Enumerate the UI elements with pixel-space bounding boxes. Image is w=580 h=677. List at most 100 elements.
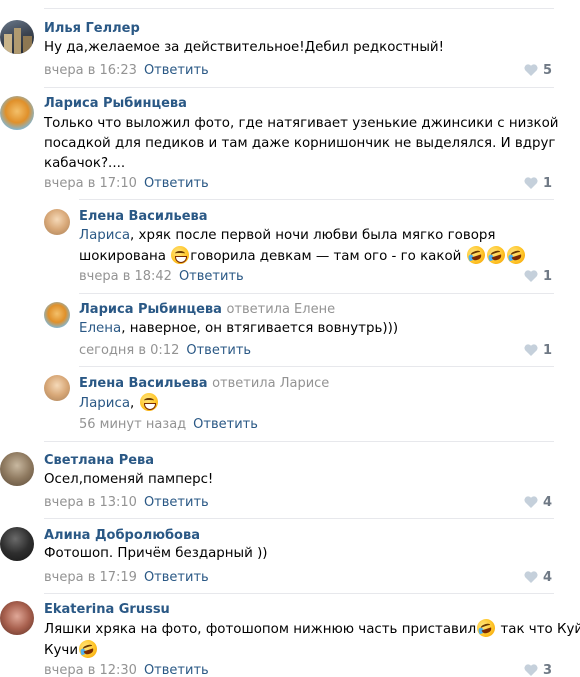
heart-icon: [524, 64, 538, 76]
avatar[interactable]: [0, 96, 34, 130]
comment-time[interactable]: вчера в 17:10: [44, 176, 137, 191]
comment-time[interactable]: вчера в 18:42: [79, 269, 172, 284]
comment-meta: вчера в 17:10 Ответить: [44, 176, 209, 191]
comment-text-part: Кучи: [44, 643, 79, 658]
comment-time[interactable]: вчера в 12:30: [44, 663, 137, 677]
like-button[interactable]: 4: [524, 495, 552, 510]
comment-text: Фотошоп. Причём бездарный )): [44, 546, 268, 561]
like-button[interactable]: 4: [524, 570, 552, 585]
heart-icon: [524, 177, 538, 189]
reply-button[interactable]: Ответить: [186, 343, 251, 358]
like-count: 5: [542, 63, 552, 78]
like-button[interactable]: 1: [524, 343, 552, 358]
reply-button[interactable]: Ответить: [144, 176, 209, 191]
separator: [79, 199, 554, 200]
mention-link[interactable]: Лариса: [79, 396, 130, 411]
comment-meta: 56 минут назад Ответить: [79, 417, 258, 432]
comment-meta: сегодня в 0:12 Ответить: [79, 343, 251, 358]
reply-button[interactable]: Ответить: [144, 663, 209, 677]
comment-time[interactable]: 56 минут назад: [79, 417, 186, 432]
avatar[interactable]: [44, 209, 70, 235]
comment-author[interactable]: Лариса Рыбинцева ответила Елене: [79, 302, 335, 317]
comment-text-part: Ляшки хряка на фото, фотошопом нижнюю ча…: [44, 622, 477, 637]
comment-text: Лариса, хряк после первой ночи любви был…: [79, 226, 527, 267]
like-count: 3: [542, 663, 552, 677]
like-count: 1: [542, 176, 552, 191]
avatar[interactable]: [0, 20, 34, 54]
rolling-laughing-emoji: [474, 616, 498, 640]
separator: [79, 366, 554, 367]
grinning-face-emoji: [171, 246, 190, 264]
reply-button[interactable]: Ответить: [179, 269, 244, 284]
separator: [44, 441, 554, 442]
comment-author[interactable]: Лариса Рыбинцева: [44, 96, 187, 111]
comment-author[interactable]: Елена Васильева ответила Ларисе: [79, 376, 329, 391]
author-name[interactable]: Елена Васильева: [79, 376, 208, 391]
like-button[interactable]: 1: [524, 269, 552, 284]
reply-button[interactable]: Ответить: [193, 417, 258, 432]
reply-to-label[interactable]: ответила Ларисе: [212, 376, 329, 391]
avatar[interactable]: [44, 375, 70, 401]
like-button[interactable]: 5: [524, 63, 552, 78]
comment-author[interactable]: Илья Геллер: [44, 21, 140, 36]
comment-time[interactable]: сегодня в 0:12: [79, 343, 179, 358]
like-count: 4: [542, 495, 552, 510]
comment-author[interactable]: Елена Васильева: [79, 209, 208, 224]
avatar[interactable]: [0, 601, 34, 635]
avatar[interactable]: [44, 302, 70, 328]
comment-text: Ляшки хряка на фото, фотошопом нижнюю ча…: [44, 616, 580, 661]
heart-icon: [524, 496, 538, 508]
like-count: 4: [542, 570, 552, 585]
rolling-laughing-emoji: [484, 243, 507, 267]
comment-text-part: , хряк после первой ночи любви была мягк…: [130, 228, 496, 243]
like-count: 1: [542, 343, 552, 358]
comment-text-part: , наверное, он втягивается вовнутрь))): [121, 321, 399, 336]
comment-text: Елена, наверное, он втягивается вовнутрь…: [79, 319, 398, 339]
heart-icon: [524, 344, 538, 356]
comment-meta: вчера в 12:30 Ответить: [44, 663, 209, 677]
grinning-face-emoji: [139, 393, 158, 411]
rolling-laughing-emoji: [76, 637, 100, 661]
comment-author[interactable]: Алина Добролюбова: [44, 528, 200, 543]
reply-button[interactable]: Ответить: [144, 570, 209, 585]
heart-icon: [524, 664, 538, 676]
comment-text-part: ,: [130, 396, 139, 411]
comment-meta: вчера в 16:23 Ответить: [44, 63, 209, 78]
separator: [44, 593, 554, 594]
comment-time[interactable]: вчера в 17:19: [44, 570, 137, 585]
comment-text: Осел,поменяй памперс!: [44, 472, 214, 487]
avatar[interactable]: [0, 452, 34, 486]
comment-text-line: посадкой для педиков и там даже корнишон…: [44, 136, 556, 151]
mention-link[interactable]: Елена: [79, 321, 121, 336]
separator: [44, 518, 554, 519]
comment-text: Лариса,: [79, 393, 159, 414]
comment-text-line: кабачок?....: [44, 156, 126, 171]
comment-time[interactable]: вчера в 16:23: [44, 63, 137, 78]
like-count: 1: [542, 269, 552, 284]
avatar-photo-icon: [4, 28, 32, 54]
author-name[interactable]: Лариса Рыбинцева: [79, 302, 222, 317]
comment-text-part: так что Куй: [496, 622, 580, 637]
comment-meta: вчера в 18:42 Ответить: [79, 269, 244, 284]
comment-author[interactable]: Ekaterina Grussu: [44, 602, 170, 617]
comment-author[interactable]: Светлана Рева: [44, 453, 154, 468]
like-button[interactable]: 3: [524, 663, 552, 677]
like-button[interactable]: 1: [524, 176, 552, 191]
mention-link[interactable]: Лариса: [79, 228, 130, 243]
avatar[interactable]: [0, 527, 34, 561]
comment-time[interactable]: вчера в 13:10: [44, 495, 137, 510]
heart-icon: [524, 571, 538, 583]
comments-feed: Илья Геллер Ну да,желаемое за действител…: [0, 0, 580, 677]
comment-text: Только что выложил фото, где натягивает …: [44, 114, 559, 174]
heart-icon: [524, 270, 538, 282]
comment-text: Ну да,желаемое за действительное!Дебил р…: [44, 40, 444, 55]
reply-button[interactable]: Ответить: [144, 495, 209, 510]
comment-text-line: Только что выложил фото, где натягивает …: [44, 116, 559, 131]
separator: [44, 8, 554, 9]
separator: [79, 293, 554, 294]
comment-text-part: говорила девкам — там ого - го какой: [190, 249, 466, 264]
reply-to-label[interactable]: ответила Елене: [226, 302, 335, 317]
reply-button[interactable]: Ответить: [144, 63, 209, 78]
rolling-laughing-emoji: [504, 243, 527, 267]
comment-meta: вчера в 17:19 Ответить: [44, 570, 209, 585]
